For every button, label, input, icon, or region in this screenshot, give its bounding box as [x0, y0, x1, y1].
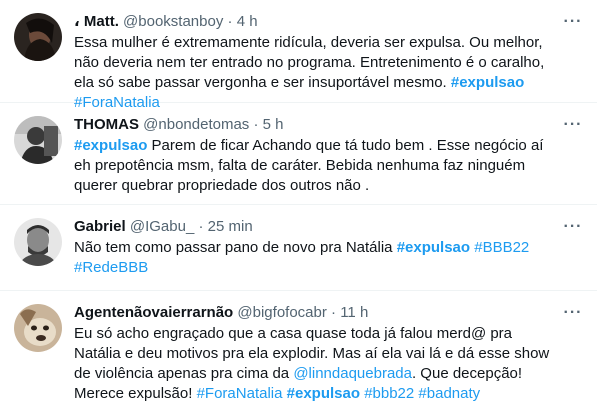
hashtag-link[interactable]: #expulsao [451, 74, 524, 91]
hashtag-link[interactable]: #expulsao [287, 385, 360, 402]
avatar[interactable] [14, 218, 62, 266]
separator-dot: · [253, 116, 259, 133]
avatar[interactable] [14, 304, 62, 352]
tweet-header: Gabriel @IGabu_ · 25 min [74, 217, 557, 237]
tweet[interactable]: Gabriel @IGabu_ · 25 min Não tem como pa… [0, 205, 597, 291]
user-handle[interactable]: @bigfofocabr [237, 304, 326, 321]
tweet[interactable]: THOMAS @nbondetomas · 5 h #expulsao Pare… [0, 103, 597, 205]
tweet-text-segment: Não tem como passar pano de novo pra Nat… [74, 239, 397, 256]
hashtag-link[interactable]: #ForaNatalia [197, 385, 283, 402]
timestamp[interactable]: 11 h [340, 304, 368, 321]
more-options-icon[interactable]: ··· [563, 305, 583, 323]
avatar[interactable] [14, 116, 62, 164]
timestamp[interactable]: 25 min [208, 218, 253, 235]
tweet-header: THOMAS @nbondetomas · 5 h [74, 115, 557, 135]
tweet-text: Essa mulher é extremamente ridícula, dev… [74, 33, 557, 113]
separator-dot: · [198, 218, 204, 235]
avatar[interactable] [14, 13, 62, 61]
hashtag-link[interactable]: #expulsao [397, 239, 470, 256]
hashtag-link[interactable]: #bbb22 [364, 385, 414, 402]
more-options-icon[interactable]: ··· [563, 219, 583, 237]
tweet[interactable]: ، Matt. @bookstanboy · 4 h Essa mulher é… [0, 0, 597, 111]
display-name[interactable]: THOMAS [74, 116, 139, 133]
user-handle[interactable]: @nbondetomas [143, 116, 249, 133]
tweet[interactable]: Agentenãovaierrarnão @bigfofocabr · 11 h… [0, 291, 597, 416]
tweet-text: Não tem como passar pano de novo pra Nat… [74, 238, 557, 278]
hashtag-link[interactable]: #RedeBBB [74, 259, 148, 276]
user-handle[interactable]: @bookstanboy [123, 13, 223, 30]
tweet-header: ، Matt. @bookstanboy · 4 h [74, 12, 557, 32]
tweet-feed: ، Matt. @bookstanboy · 4 h Essa mulher é… [0, 0, 597, 416]
display-name[interactable]: Gabriel [74, 218, 126, 235]
timestamp[interactable]: 5 h [263, 116, 284, 133]
display-name[interactable]: Agentenãovaierrarnão [74, 304, 233, 321]
tweet-text: Eu só acho engraçado que a casa quase to… [74, 324, 557, 404]
tweet-text: #expulsao Parem de ficar Achando que tá … [74, 136, 557, 196]
user-handle[interactable]: @IGabu_ [130, 218, 194, 235]
display-name[interactable]: ، Matt. [74, 13, 119, 30]
mention-link[interactable]: @linndaquebrada [293, 365, 412, 382]
more-options-icon[interactable]: ··· [563, 117, 583, 135]
more-options-icon[interactable]: ··· [563, 14, 583, 32]
hashtag-link[interactable]: #expulsao [74, 137, 147, 154]
hashtag-link[interactable]: #badnaty [418, 385, 480, 402]
separator-dot: · [331, 304, 337, 321]
separator-dot: · [227, 13, 233, 30]
timestamp[interactable]: 4 h [237, 13, 258, 30]
tweet-header: Agentenãovaierrarnão @bigfofocabr · 11 h [74, 303, 557, 323]
hashtag-link[interactable]: #BBB22 [474, 239, 529, 256]
